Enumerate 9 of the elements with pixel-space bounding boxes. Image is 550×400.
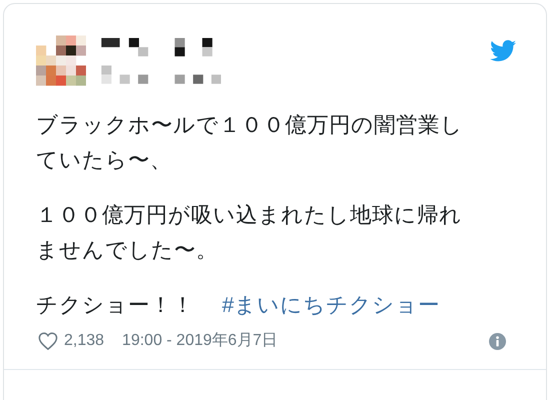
timestamp-link[interactable]: 19:00 - 2019年6月7日 — [122, 329, 278, 353]
like-count: 2,138 — [64, 331, 104, 351]
tweet-text: チクショー！！ — [36, 292, 194, 319]
tweet-text: １００億万円が吸い込まれたし地球に帰れませんでした〜。 — [36, 202, 463, 264]
bird-logo-icon[interactable] — [490, 40, 516, 62]
info-icon[interactable] — [489, 332, 506, 350]
tweet-text: ブラックホ〜ルで１００億万円の闇営業していたら〜、 — [36, 112, 464, 174]
heart-icon[interactable] — [38, 332, 58, 350]
hashtag-link[interactable]: #まいにちチクショー — [222, 288, 440, 323]
